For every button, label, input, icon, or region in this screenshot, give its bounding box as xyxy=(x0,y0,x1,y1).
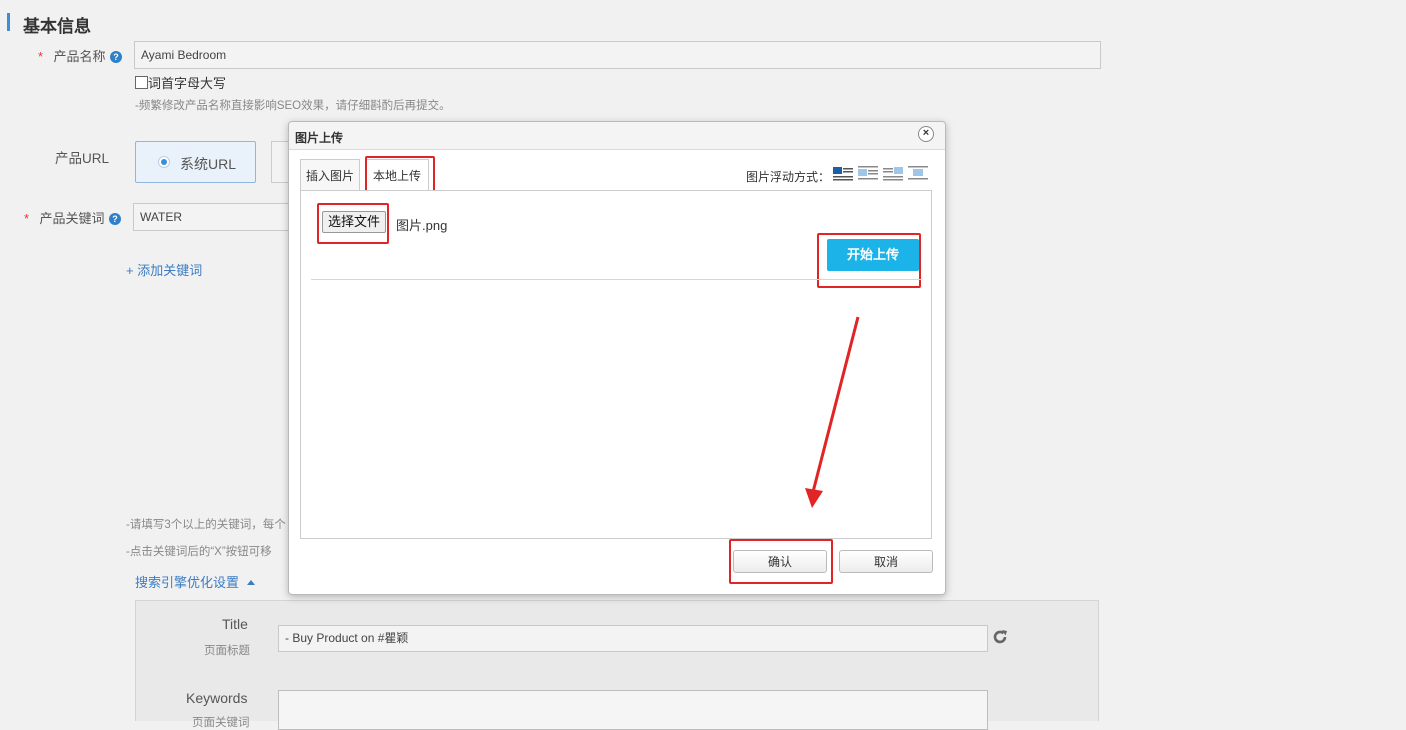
annotation-arrow xyxy=(805,316,860,508)
